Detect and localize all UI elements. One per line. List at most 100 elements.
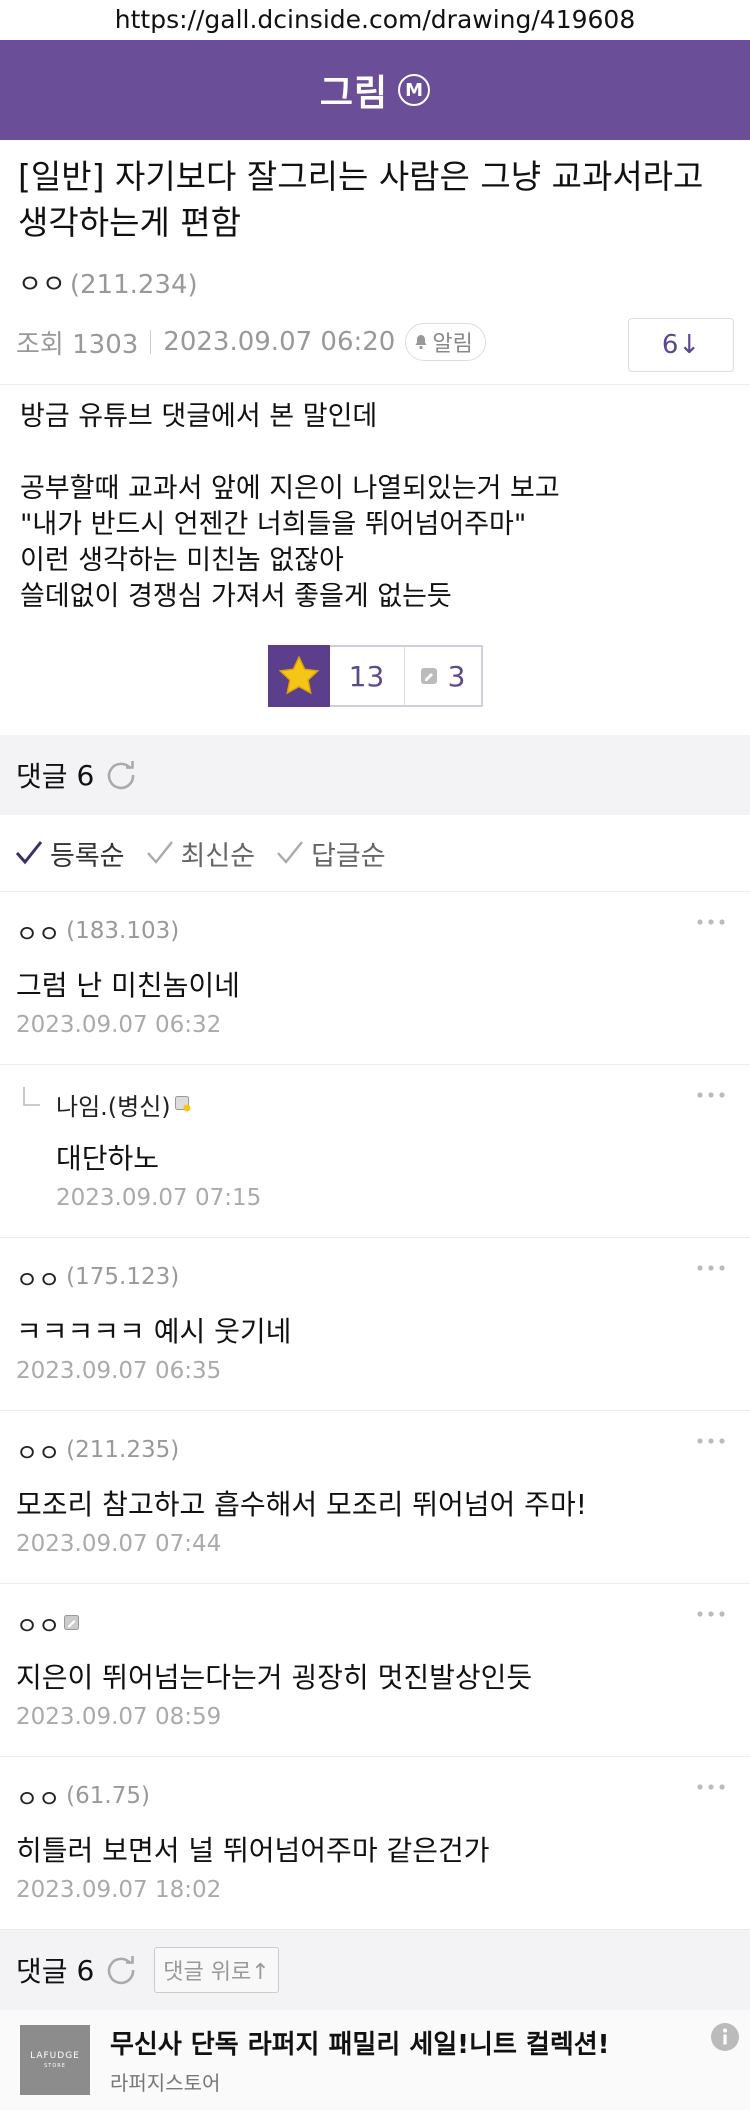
sort-reply[interactable]: 답글순 (275, 834, 386, 873)
body-line: 공부할때 교과서 앞에 지은이 나열되있는거 보고 (20, 473, 560, 504)
ad-texts: 무신사 단독 라퍼지 패밀리 세일!니트 컬렉션! 라퍼지스토어 (110, 2024, 610, 2096)
comment-author[interactable]: 나임.(병신) (56, 1087, 171, 1122)
comment-item: ㅇㅇ (175.123) ㅋㅋㅋㅋㅋ 예시 웃기네 2023.09.07 06:3… (0, 1238, 750, 1411)
sort-register[interactable]: 등록순 (14, 834, 125, 873)
bell-icon (415, 335, 427, 350)
body-line: 방금 유튜브 댓글에서 본 말인데 (20, 401, 378, 432)
more-options-icon[interactable] (696, 1264, 726, 1272)
comment-label: 댓글 (16, 1955, 68, 1988)
comment-author-line: ㅇㅇ (183.103) (16, 914, 734, 949)
ad-logo-sub: STORE (44, 2063, 66, 2069)
fixed-user-badge-icon (64, 1615, 80, 1630)
refresh-icon[interactable] (104, 758, 138, 792)
fixed-recommend-count: 3 (447, 659, 466, 693)
recommend-box: 13 3 (267, 645, 483, 707)
meta-divider (150, 330, 152, 354)
ad-logo-text: LAFUDGE (30, 2051, 80, 2061)
comment-reply-item: 나임.(병신) 대단하노 2023.09.07 07:15 (0, 1065, 750, 1238)
post-author-ip: (211.234) (69, 270, 198, 300)
post-body: 방금 유튜브 댓글에서 본 말인데 공부할때 교과서 앞에 지은이 나열되있는거… (0, 385, 750, 615)
gallery-header: 그림 M (0, 40, 750, 140)
comment-up-button[interactable]: 댓글 위로↑ (154, 1947, 279, 1993)
comment-item: ㅇㅇ (183.103) 그럼 난 미친놈이네 2023.09.07 06:32 (0, 892, 750, 1065)
recommend-area: 13 3 (0, 615, 750, 735)
minor-gallery-badge: M (398, 74, 431, 106)
post-title: [일반] 자기보다 잘그리는 사람은 그냥 교과서라고 생각하는게 편함 (18, 157, 704, 242)
comment-author-line: ㅇㅇ (211.235) (16, 1433, 734, 1468)
ad-banner[interactable]: LAFUDGE STORE 무신사 단독 라퍼지 패밀리 세일!니트 컬렉션! … (0, 2010, 750, 2110)
comment-text: 대단하노 (56, 1142, 160, 1175)
comment-text: 그럼 난 미친놈이네 (16, 969, 240, 1002)
more-options-icon[interactable] (696, 918, 726, 926)
comment-author[interactable]: ㅇㅇ (16, 1433, 60, 1468)
comment-label: 댓글 (16, 760, 68, 793)
reply-arrow-icon (23, 1087, 40, 1106)
fixed-user-icon (420, 668, 437, 684)
comment-text: 히틀러 보면서 널 뛰어넘어주마 같은건가 (16, 1834, 490, 1867)
comment-author[interactable]: ㅇㅇ (16, 1606, 60, 1641)
more-options-icon[interactable] (696, 1437, 726, 1445)
recommend-button[interactable] (267, 645, 330, 707)
bottom-comment-bar: 댓글 6 댓글 위로↑ (0, 1930, 750, 2010)
comment-date: 2023.09.07 07:44 (16, 1531, 222, 1557)
comment-author-line: ㅇㅇ (61.75) (16, 1779, 734, 1814)
refresh-icon[interactable] (104, 1953, 138, 1987)
star-icon (278, 655, 319, 695)
comment-date: 2023.09.07 06:32 (16, 1012, 222, 1038)
alarm-label: 알림 (432, 332, 473, 357)
comment-text: 모조리 참고하고 흡수해서 모조리 뛰어넘어 주마! (16, 1488, 587, 1521)
comment-ip: (211.235) (66, 1437, 180, 1463)
comment-author-line: 나임.(병신) (56, 1087, 734, 1122)
body-line (20, 435, 730, 471)
more-options-icon[interactable] (696, 1610, 726, 1618)
alarm-button[interactable]: 알림 (405, 323, 486, 361)
comment-count-bar: 댓글 6 (0, 735, 750, 815)
comment-author-line: ㅇㅇ (175.123) (16, 1260, 734, 1295)
more-options-icon[interactable] (696, 1783, 726, 1791)
comment-date: 2023.09.07 06:35 (16, 1358, 222, 1384)
body-line: 이런 생각하는 미친놈 없잖아 (20, 545, 344, 576)
sort-reply-label: 답글순 (311, 840, 386, 872)
comment-ip: (175.123) (66, 1264, 180, 1290)
comment-count: 6 (76, 758, 95, 792)
ad-logo: LAFUDGE STORE (20, 2025, 90, 2095)
info-icon[interactable] (710, 2022, 740, 2052)
check-icon (146, 841, 173, 864)
ad-title[interactable]: 무신사 단독 라퍼지 패밀리 세일!니트 컬렉션! (110, 2024, 610, 2061)
comment-author[interactable]: ㅇㅇ (16, 914, 60, 949)
sort-latest-label: 최신순 (180, 840, 256, 872)
post-meta: 조회 1303 2023.09.07 06:20 알림 6↓ (0, 300, 750, 385)
comment-date: 2023.09.07 18:02 (16, 1877, 222, 1903)
comment-author-line: ㅇㅇ (16, 1606, 734, 1641)
comment-item: ㅇㅇ (211.235) 모조리 참고하고 흡수해서 모조리 뛰어넘어 주마! 2… (0, 1411, 750, 1584)
gallery-title[interactable]: 그림 (320, 64, 388, 116)
check-icon (15, 841, 43, 865)
comment-ip: (61.75) (66, 1783, 150, 1809)
comment-author[interactable]: ㅇㅇ (16, 1779, 60, 1814)
body-line: "내가 반드시 언젠간 너희들을 뛰어넘어주마" (20, 509, 527, 540)
comment-text: 지은이 뛰어넘는다는거 굉장히 멋진발상인듯 (16, 1661, 533, 1694)
comment-date: 2023.09.07 08:59 (16, 1704, 222, 1730)
post-author-line: ㅇㅇ (211.234) (0, 246, 750, 300)
comment-text: ㅋㅋㅋㅋㅋ 예시 웃기네 (16, 1315, 292, 1348)
comment-author[interactable]: ㅇㅇ (16, 1260, 60, 1295)
comment-jump-button[interactable]: 6↓ (628, 318, 734, 372)
recommend-count: 13 (330, 647, 405, 705)
post-date: 2023.09.07 06:20 (163, 327, 396, 357)
comment-date: 2023.09.07 07:15 (56, 1185, 262, 1211)
fixed-user-badge-icon (174, 1096, 191, 1112)
view-count: 조회 1303 (16, 329, 139, 360)
comment-count: 6 (76, 1953, 95, 1987)
comment-item: ㅇㅇ (61.75) 히틀러 보면서 널 뛰어넘어주마 같은건가 2023.09.… (0, 1757, 750, 1930)
post-author[interactable]: ㅇㅇ (18, 270, 66, 300)
check-icon (277, 841, 303, 864)
ad-subtitle: 라퍼지스토어 (110, 2071, 221, 2095)
fixed-recommend[interactable]: 3 (405, 647, 481, 705)
more-options-icon[interactable] (696, 1091, 726, 1099)
sort-latest[interactable]: 최신순 (145, 834, 256, 873)
comment-sort-bar: 등록순 최신순 답글순 (0, 815, 750, 892)
comment-ip: (183.103) (66, 918, 180, 944)
body-line: 쓸데없이 경쟁심 가져서 좋을게 없는듯 (20, 581, 452, 612)
sort-register-label: 등록순 (50, 840, 125, 872)
url-bar[interactable]: https://gall.dcinside.com/drawing/419608 (0, 0, 750, 40)
